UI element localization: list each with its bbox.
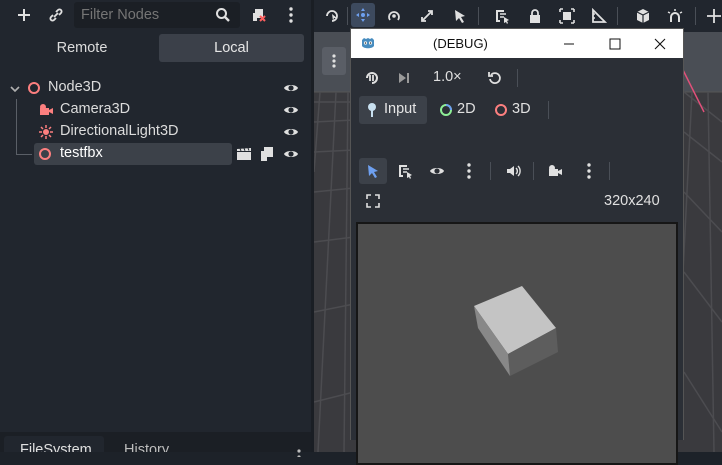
- list-select-icon[interactable]: [396, 162, 414, 180]
- camera-icon[interactable]: [546, 162, 564, 180]
- clapperboard-icon[interactable]: [236, 147, 252, 164]
- visibility-eye-icon[interactable]: [428, 162, 446, 180]
- kebab-icon[interactable]: [297, 444, 301, 460]
- input-mode-label: Input: [384, 101, 417, 117]
- pause-icon[interactable]: [363, 69, 381, 87]
- debug-window-body: 1.0× Input 2D 3D 320x240: [351, 58, 683, 465]
- debug-game-window[interactable]: (DEBUG) 1.0× Input 2D 3D 320x240: [350, 28, 684, 465]
- visibility-eye-icon[interactable]: [283, 103, 299, 120]
- kebab-icon[interactable]: [580, 162, 598, 180]
- reset-speed-icon[interactable]: [486, 69, 504, 87]
- speaker-icon[interactable]: [504, 162, 522, 180]
- local-tab-label: Local: [214, 40, 249, 56]
- mode-2d-button[interactable]: 2D: [439, 96, 483, 124]
- game-view-render: [358, 224, 676, 463]
- tree-item-label: DirectionalLight3D: [60, 123, 179, 139]
- camera-icon: [38, 103, 54, 120]
- tree-item-testfbx[interactable]: testfbx: [0, 143, 311, 165]
- visibility-eye-icon[interactable]: [283, 125, 299, 142]
- toolbar-separator: [490, 162, 491, 180]
- filter-nodes-input[interactable]: [74, 2, 240, 28]
- toolbar-separator: [609, 162, 610, 180]
- remote-tab-label: Remote: [56, 40, 108, 56]
- scale-tool-icon[interactable]: [418, 7, 436, 25]
- tree-item-node3d[interactable]: Node3D: [0, 77, 311, 99]
- tree-item-label: Node3D: [48, 79, 102, 95]
- lock-icon[interactable]: [526, 7, 544, 25]
- scene-dock: Remote Local Node3D Camera3D Directional…: [0, 0, 311, 459]
- toolbar-separator: [533, 162, 534, 180]
- resolution-label: 320x240: [604, 193, 660, 209]
- plus-icon[interactable]: [14, 5, 34, 25]
- select-tool-icon[interactable]: [451, 7, 469, 25]
- rotate-select-icon[interactable]: [323, 7, 341, 25]
- godot-logo-icon: [360, 35, 376, 54]
- visibility-eye-icon[interactable]: [283, 147, 299, 164]
- node3d-icon: [27, 81, 41, 98]
- toolbar-separator: [548, 101, 549, 119]
- link-icon[interactable]: [46, 5, 66, 25]
- script-icon[interactable]: [260, 146, 274, 165]
- toolbar-separator: [695, 7, 696, 25]
- window-title: (DEBUG): [433, 36, 488, 51]
- maximize-icon[interactable]: [609, 37, 621, 53]
- tab-filesystem[interactable]: FileSystem: [4, 436, 104, 452]
- remote-tab[interactable]: Remote: [6, 34, 158, 62]
- tree-item-label: testfbx: [60, 145, 103, 161]
- mode-3d-button[interactable]: 3D: [494, 96, 538, 124]
- next-frame-icon[interactable]: [395, 69, 413, 87]
- mode-2d-label: 2D: [457, 101, 476, 117]
- fullscreen-icon[interactable]: [364, 192, 382, 210]
- node3d-icon: [38, 147, 52, 164]
- rotate-tool-icon[interactable]: [385, 7, 403, 25]
- tree-item-directionallight3d[interactable]: DirectionalLight3D: [0, 121, 311, 143]
- node3d-icon: [494, 103, 508, 120]
- kebab-icon[interactable]: [281, 5, 301, 25]
- speed-label[interactable]: 1.0×: [433, 69, 462, 85]
- close-icon[interactable]: [654, 37, 666, 53]
- kebab-icon[interactable]: [460, 162, 478, 180]
- toolbar-separator: [617, 7, 618, 25]
- toolbar-separator: [478, 7, 479, 25]
- game-view-frame[interactable]: [356, 222, 678, 465]
- snap-icon[interactable]: [666, 7, 684, 25]
- tab-history[interactable]: History: [112, 436, 202, 452]
- mode-3d-label: 3D: [512, 101, 531, 117]
- script-icon[interactable]: [249, 5, 269, 25]
- filter-nodes-field[interactable]: [81, 5, 211, 25]
- toolbar-separator: [347, 7, 348, 25]
- node2d-icon: [439, 103, 453, 120]
- viewport-menu-button[interactable]: [322, 47, 346, 75]
- tab-filesystem-label: FileSystem: [20, 442, 92, 452]
- input-mode-button[interactable]: Input: [359, 96, 427, 124]
- window-titlebar[interactable]: (DEBUG): [351, 29, 683, 58]
- local-tab[interactable]: Local: [159, 34, 304, 62]
- select-tool-icon[interactable]: [359, 158, 387, 184]
- light-icon: [38, 124, 54, 143]
- search-icon: [214, 6, 232, 24]
- move-icon[interactable]: [705, 7, 722, 25]
- tree-item-camera3d[interactable]: Camera3D: [0, 99, 311, 121]
- move-tool-icon[interactable]: [351, 3, 375, 27]
- ruler-icon[interactable]: [590, 7, 608, 25]
- visibility-eye-icon[interactable]: [283, 81, 299, 98]
- chevron-down-icon[interactable]: [9, 82, 21, 98]
- list-select-icon[interactable]: [493, 7, 511, 25]
- group-icon[interactable]: [558, 7, 576, 25]
- minimize-icon[interactable]: [563, 37, 575, 53]
- cube-icon[interactable]: [634, 7, 652, 25]
- toolbar-separator: [517, 69, 518, 87]
- joystick-icon: [365, 102, 379, 121]
- tab-history-label: History: [124, 442, 170, 452]
- tree-item-label: Camera3D: [60, 101, 131, 117]
